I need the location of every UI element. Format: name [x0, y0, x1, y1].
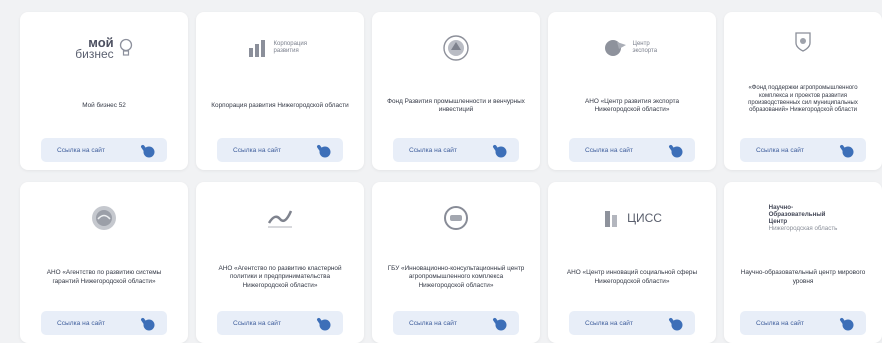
card-title: Научно-образовательный центр мирового ур… — [740, 269, 866, 285]
moy-biznes-logo: мой бизнес — [30, 22, 178, 74]
button-label: Ссылка на сайт — [409, 319, 457, 327]
button-label: Ссылка на сайт — [585, 146, 633, 154]
partner-card: «Фонд поддержки агропромышленного компле… — [724, 12, 882, 170]
button-label: Ссылка на сайт — [756, 319, 804, 327]
fund-emblem-logo — [382, 22, 530, 74]
hand-cursor-icon — [669, 317, 683, 331]
cissc-logo: ЦИСС — [558, 192, 706, 244]
guarantee-agency-logo — [30, 192, 178, 244]
swoosh-icon — [267, 210, 293, 228]
button-label: Ссылка на сайт — [756, 146, 804, 154]
button-label: Ссылка на сайт — [57, 319, 105, 327]
site-link-button[interactable]: Ссылка на сайт — [41, 138, 167, 162]
partners-grid: мой бизнес Мой бизнес 52 Ссылка на сайт — [0, 0, 882, 343]
card-title: Фонд Развития промышленности и венчурных… — [387, 97, 525, 113]
card-title: АНО «Агентство по развитию кластерной по… — [218, 265, 342, 289]
site-link-button[interactable]: Ссылка на сайт — [740, 311, 866, 335]
corporation-logo: Корпорация развития — [206, 22, 354, 74]
shield-icon — [795, 32, 811, 52]
hand-cursor-icon — [317, 144, 331, 158]
cluster-agency-logo — [206, 192, 354, 244]
partner-card: ГБУ «Инновационно-консультационный центр… — [372, 182, 540, 343]
site-link-button[interactable]: Ссылка на сайт — [217, 138, 343, 162]
partner-card: Центр экспорта АНО «Центр развития экспо… — [548, 12, 716, 170]
bar-chart-icon — [248, 40, 265, 57]
card-title: Мой бизнес 52 — [82, 101, 126, 109]
site-link-button[interactable]: Ссылка на сайт — [569, 138, 695, 162]
partner-card: АНО «Агентство по развитию кластерной по… — [196, 182, 364, 343]
site-link-button[interactable]: Ссылка на сайт — [41, 311, 167, 335]
hand-cursor-icon — [840, 317, 854, 331]
globe-icon — [604, 40, 626, 56]
building-icon — [605, 211, 618, 227]
round-seal-icon — [92, 206, 116, 230]
site-link-button[interactable]: Ссылка на сайт — [569, 311, 695, 335]
card-title: «Фонд поддержки агропромышленного компле… — [748, 85, 858, 114]
hand-cursor-icon — [669, 144, 683, 158]
card-title: Корпорация развития Нижегородской област… — [211, 101, 349, 109]
site-link-button[interactable]: Ссылка на сайт — [393, 138, 519, 162]
button-label: Ссылка на сайт — [233, 146, 281, 154]
card-title: АНО «Агентство по развитию системы гаран… — [46, 269, 162, 285]
site-link-button[interactable]: Ссылка на сайт — [393, 311, 519, 335]
hand-cursor-icon — [317, 317, 331, 331]
circle-badge-icon — [444, 206, 468, 230]
partner-card: АНО «Агентство по развитию системы гаран… — [20, 182, 188, 343]
hand-cursor-icon — [840, 144, 854, 158]
partner-card: Корпорация развития Корпорация развития … — [196, 12, 364, 170]
hand-cursor-icon — [493, 317, 507, 331]
button-label: Ссылка на сайт — [57, 146, 105, 154]
partner-card: Научно- Образовательный Центр Нижегородс… — [724, 182, 882, 343]
button-label: Ссылка на сайт — [233, 319, 281, 327]
button-label: Ссылка на сайт — [409, 146, 457, 154]
card-title: АНО «Центр инноваций социальной сферы Ни… — [566, 269, 698, 285]
coat-of-arms-logo — [734, 22, 872, 62]
export-center-logo: Центр экспорта — [558, 22, 706, 74]
partner-card: ЦИСС АНО «Центр инноваций социальной сфе… — [548, 182, 716, 343]
site-link-button[interactable]: Ссылка на сайт — [217, 311, 343, 335]
partner-card: мой бизнес Мой бизнес 52 Ссылка на сайт — [20, 12, 188, 170]
hand-cursor-icon — [493, 144, 507, 158]
science-center-logo: Научно- Образовательный Центр Нижегородс… — [768, 204, 838, 232]
round-emblem-icon — [443, 35, 469, 61]
card-title: АНО «Центр развития экспорта Нижегородск… — [584, 97, 680, 113]
button-label: Ссылка на сайт — [585, 319, 633, 327]
hand-cursor-icon — [141, 144, 155, 158]
site-link-button[interactable]: Ссылка на сайт — [740, 138, 866, 162]
hand-cursor-icon — [141, 317, 155, 331]
lightbulb-icon — [119, 38, 132, 56]
partner-card: Фонд Развития промышленности и венчурных… — [372, 12, 540, 170]
card-title: ГБУ «Инновационно-консультационный центр… — [387, 265, 525, 289]
agro-consulting-logo — [382, 192, 530, 244]
